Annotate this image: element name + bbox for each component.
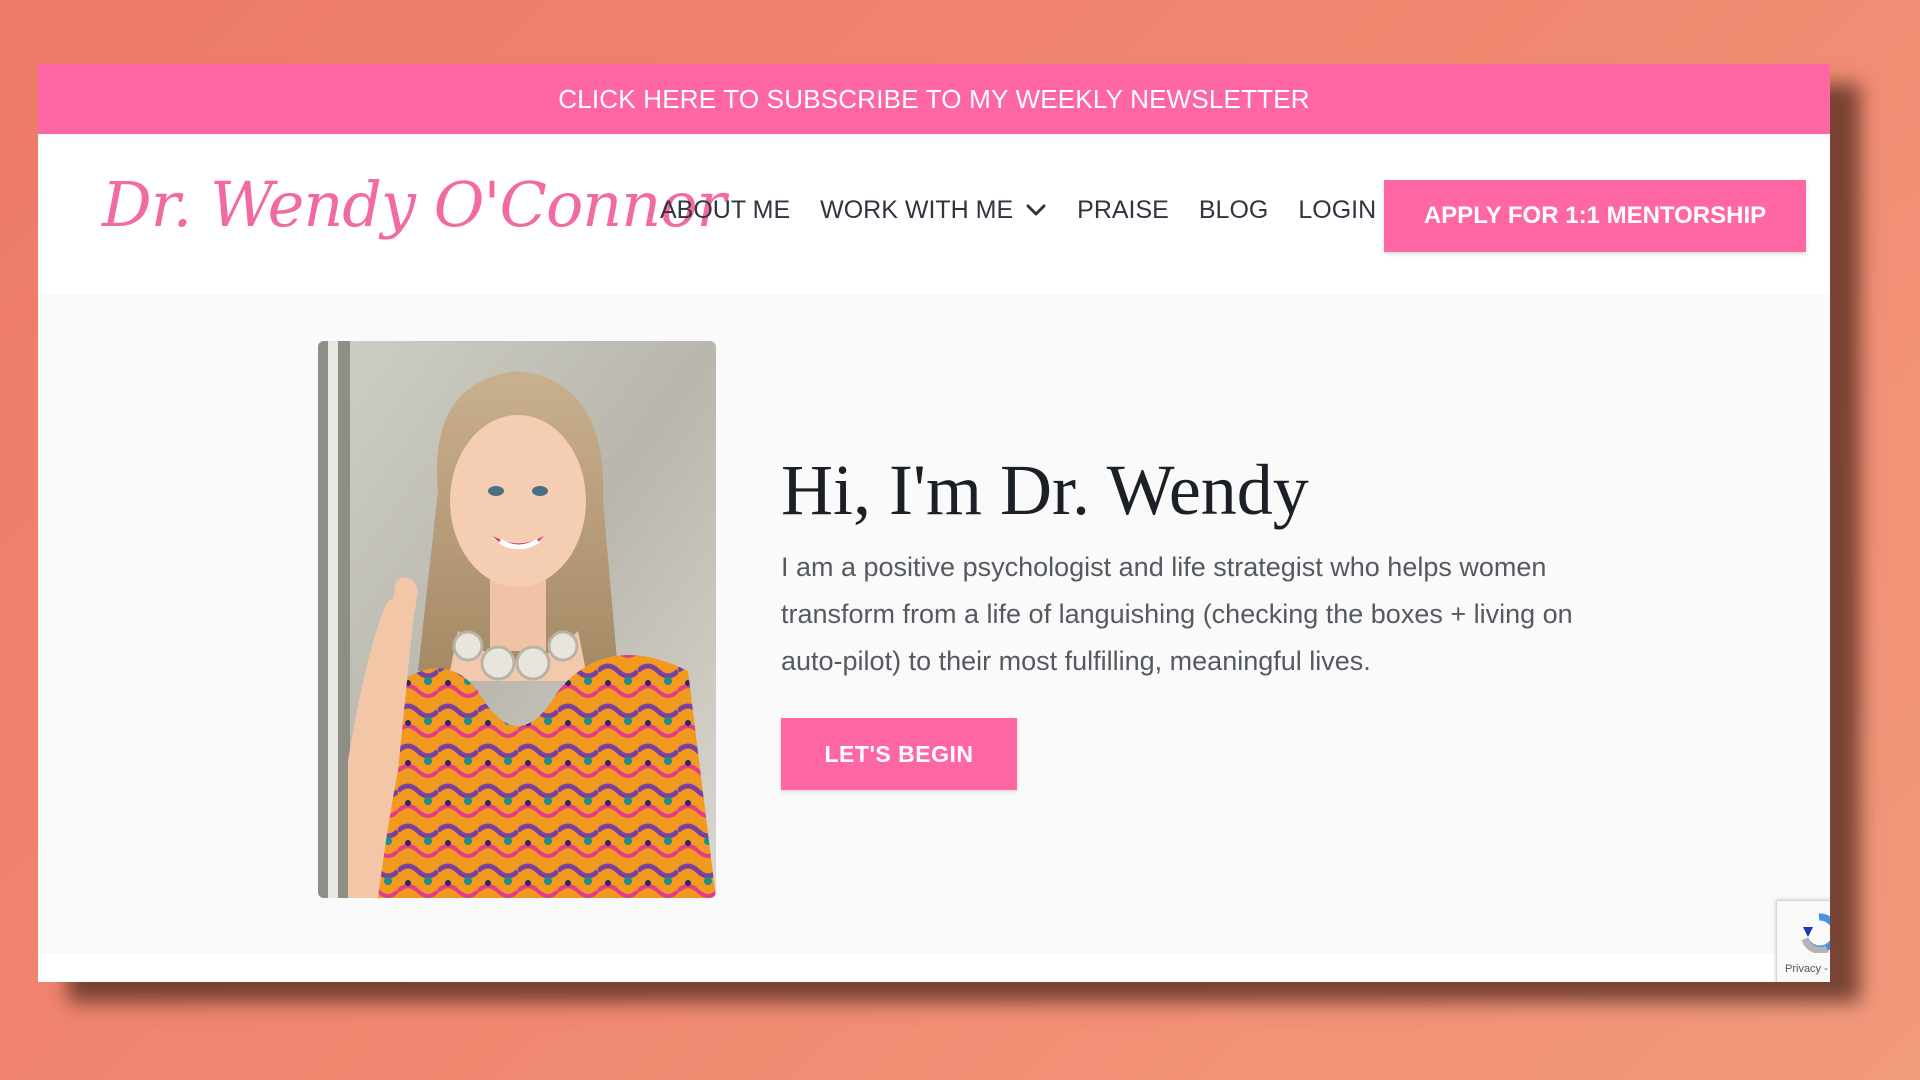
nav-work-with-me[interactable]: WORK WITH ME [820, 196, 1047, 225]
browser-page: CLICK HERE TO SUBSCRIBE TO MY WEEKLY NEW… [38, 64, 1830, 982]
nav-praise[interactable]: PRAISE [1077, 196, 1169, 225]
logo-text: Dr. Wendy O'Connor [102, 167, 726, 241]
nav-work-with-me-label: WORK WITH ME [820, 195, 1014, 224]
portrait-image [318, 341, 716, 898]
hero-description: I am a positive psychologist and life st… [781, 552, 1573, 676]
nav-login[interactable]: LOGIN [1298, 196, 1376, 225]
nav-praise-label: PRAISE [1077, 195, 1169, 224]
recaptcha-privacy-link[interactable]: Privacy - [1785, 963, 1828, 975]
newsletter-banner[interactable]: CLICK HERE TO SUBSCRIBE TO MY WEEKLY NEW… [38, 64, 1830, 134]
recaptcha-badge[interactable]: Privacy - [1776, 900, 1830, 982]
nav-blog[interactable]: BLOG [1199, 196, 1268, 225]
nav-login-label: LOGIN [1298, 195, 1377, 224]
site-header: Dr. Wendy O'Connor ABOUT ME WORK WITH ME… [38, 134, 1830, 294]
nav-blog-label: BLOG [1198, 195, 1269, 224]
hero-section: Hi, I'm Dr. Wendy I am a positive psycho… [38, 294, 1830, 954]
hero-title: Hi, I'm Dr. Wendy [781, 450, 1309, 530]
newsletter-banner-text[interactable]: CLICK HERE TO SUBSCRIBE TO MY WEEKLY NEW… [558, 84, 1310, 115]
nav-about-me-label: ABOUT ME [660, 195, 791, 224]
chevron-down-icon[interactable] [1025, 199, 1047, 221]
recaptcha-icon [1801, 913, 1830, 953]
apply-mentorship-label: APPLY FOR 1:1 MENTORSHIP [1423, 202, 1767, 229]
profile-photo [318, 341, 716, 898]
lets-begin-button[interactable]: LET'S BEGIN [781, 718, 1017, 790]
lets-begin-label: LET'S BEGIN [824, 740, 974, 767]
apply-mentorship-button[interactable]: APPLY FOR 1:1 MENTORSHIP [1384, 180, 1806, 252]
main-nav: ABOUT ME WORK WITH ME PRAISE BLOG LOGIN [660, 134, 1406, 286]
nav-about-me[interactable]: ABOUT ME [660, 196, 790, 225]
site-logo[interactable]: Dr. Wendy O'Connor [102, 154, 726, 254]
